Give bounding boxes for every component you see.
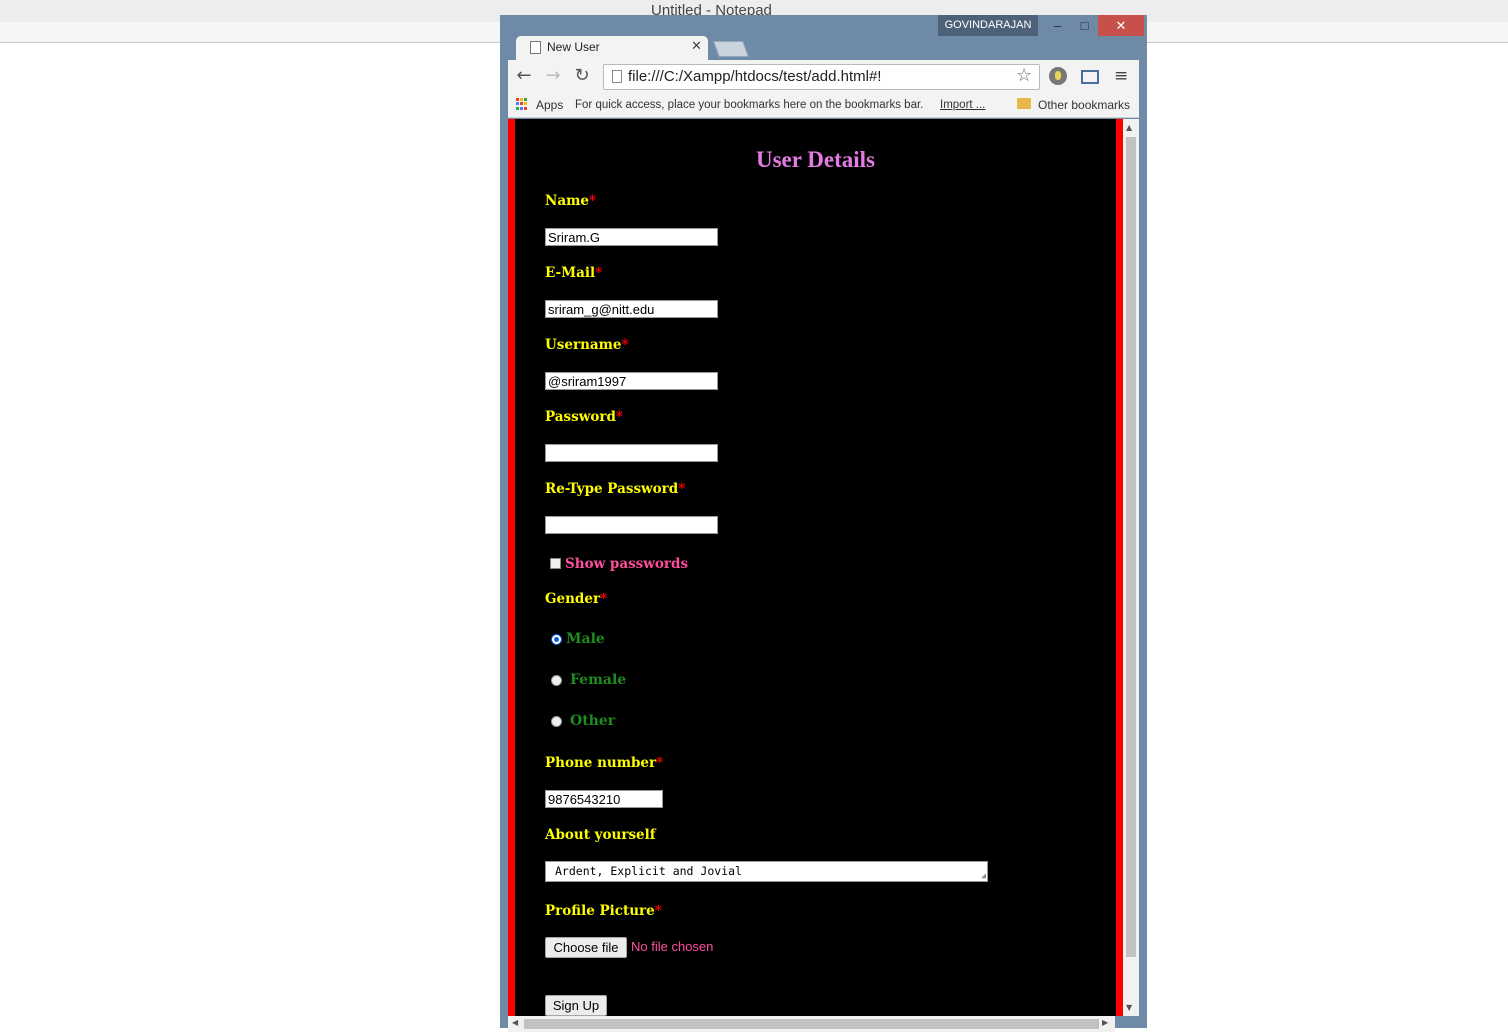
vertical-scroll-thumb[interactable] [1126,137,1136,957]
show-passwords-checkbox[interactable] [550,558,561,569]
browser-tab[interactable]: New User ✕ [516,36,708,60]
gender-female-label[interactable]: Female [570,672,626,688]
email-input[interactable] [545,300,718,318]
reload-button[interactable]: ↻ [571,65,593,87]
apps-dot [520,98,523,101]
required-mark: * [621,337,629,353]
scroll-up-icon[interactable]: ▲ [1126,123,1132,132]
password-input[interactable] [545,444,718,462]
star-icon[interactable]: ☆ [1016,65,1032,86]
new-tab-button[interactable] [713,41,749,57]
cast-icon[interactable] [1081,70,1099,84]
scroll-left-icon[interactable]: ◀ [512,1018,518,1027]
scroll-right-icon[interactable]: ▶ [1102,1018,1108,1027]
about-label: About yourself [545,827,656,843]
email-label: E-Mail* [545,265,603,281]
signup-button[interactable]: Sign Up [545,995,607,1016]
apps-dot [524,102,527,106]
apps-dot [516,106,519,110]
minimize-button[interactable]: – [1044,15,1071,36]
profile-button[interactable]: GOVINDARAJAN [938,15,1038,36]
username-label: Username* [545,337,629,353]
vertical-scrollbar[interactable]: ▲ ▼ [1123,119,1139,1016]
name-input[interactable] [545,228,718,246]
apps-link[interactable]: Apps [536,98,563,112]
url-text: file:///C:/Xampp/htdocs/test/add.html#! [628,68,882,85]
gender-male-label[interactable]: Male [566,631,605,647]
page-icon [530,41,541,54]
back-button[interactable]: ← [513,65,535,87]
gender-male-radio[interactable] [551,634,562,645]
resize-grip-icon[interactable]: ◢ [981,872,986,880]
profile-picture-label: Profile Picture* [545,903,662,919]
page-title: User Details [755,147,876,172]
horizontal-scroll-thumb[interactable] [524,1019,1099,1029]
tab-title: New User [547,40,600,54]
required-mark: * [654,903,662,919]
no-file-text: No file chosen [631,939,714,954]
name-label: Name* [545,193,597,209]
about-text: Ardent, Explicit and Jovial [555,864,742,878]
username-input[interactable] [545,372,718,390]
bookmarks-bar: Apps For quick access, place your bookma… [508,93,1139,118]
user-form-page: User Details Name* E-Mail* Username* Pas… [515,119,1116,1016]
horizontal-scrollbar[interactable]: ◀ ▶ [508,1016,1115,1032]
choose-file-button[interactable]: Choose file [545,937,627,958]
gender-other-radio[interactable] [551,716,562,727]
password-label: Password* [545,409,623,425]
apps-dot [524,98,527,101]
apps-dot [524,106,527,110]
page-icon [612,70,622,83]
apps-icon[interactable] [516,98,528,110]
retype-password-label: Re-Type Password* [545,481,686,497]
browser-window: GOVINDARAJAN – □ ✕ New User ✕ ← → ↻ file… [500,15,1147,1032]
about-textarea[interactable]: Ardent, Explicit and Jovial ◢ [545,861,988,882]
forward-button[interactable]: → [542,65,564,87]
retype-password-input[interactable] [545,516,718,534]
bookmarks-hint: For quick access, place your bookmarks h… [575,99,924,111]
extension-bulb-icon[interactable] [1049,67,1067,85]
gender-other-label[interactable]: Other [570,713,615,729]
required-mark: * [588,193,597,209]
gender-female-radio[interactable] [551,675,562,686]
import-bookmarks-link[interactable]: Import ... [940,99,985,111]
address-bar[interactable]: file:///C:/Xampp/htdocs/test/add.html#! … [603,64,1040,90]
tab-close-icon[interactable]: ✕ [691,38,702,54]
phone-input[interactable] [545,790,663,808]
required-mark: * [595,265,603,281]
page-viewport: User Details Name* E-Mail* Username* Pas… [508,119,1139,1016]
scroll-down-icon[interactable]: ▼ [1126,1003,1132,1012]
gender-label: Gender* [545,591,608,607]
required-mark: * [600,591,608,607]
show-passwords-label[interactable]: Show passwords [565,556,688,572]
required-mark: * [656,755,664,771]
apps-dot [516,102,519,106]
menu-icon[interactable]: ≡ [1114,67,1132,85]
apps-dot [520,106,523,110]
required-mark: * [615,409,623,425]
other-bookmarks-link[interactable]: Other bookmarks [1038,98,1130,112]
apps-dot [520,102,523,106]
phone-label: Phone number* [545,755,664,771]
folder-icon [1017,98,1031,109]
maximize-button[interactable]: □ [1071,15,1098,36]
browser-toolbar: ← → ↻ file:///C:/Xampp/htdocs/test/add.h… [508,60,1139,93]
close-window-button[interactable]: ✕ [1098,15,1144,36]
required-mark: * [678,481,686,497]
apps-dot [516,98,519,101]
